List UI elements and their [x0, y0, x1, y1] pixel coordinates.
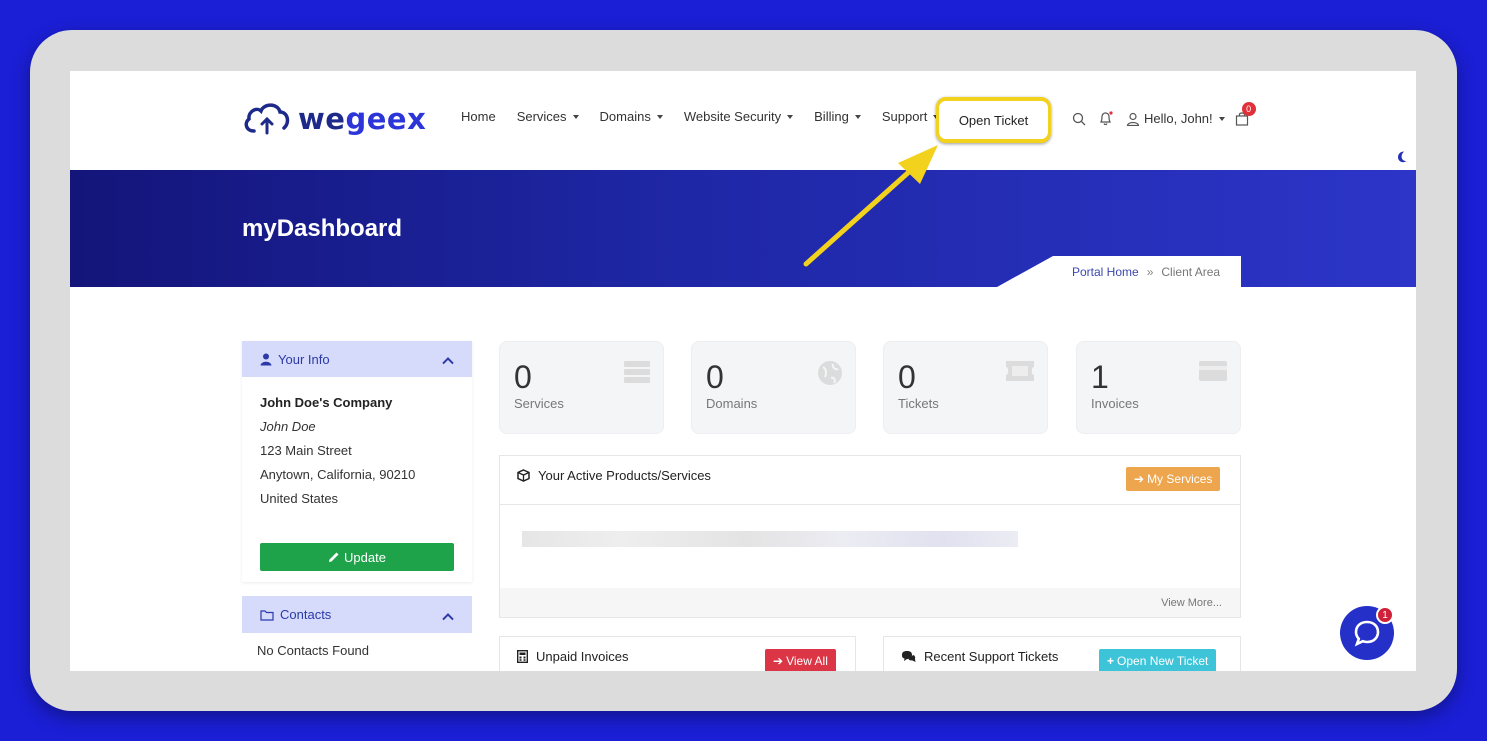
- credit-card-icon: [1199, 361, 1227, 381]
- contacts-header[interactable]: Contacts: [242, 596, 472, 633]
- cart-button[interactable]: 0: [1235, 102, 1256, 126]
- caret-down-icon: [572, 114, 579, 119]
- stat-count: 0: [514, 359, 532, 395]
- nav-services[interactable]: Services: [517, 109, 579, 124]
- folder-icon: [260, 609, 274, 621]
- your-info-panel: Your Info John Doe's Company John Doe 12…: [242, 341, 472, 582]
- open-new-ticket-button[interactable]: + Open New Ticket: [1099, 649, 1217, 671]
- arrow-right-icon: ➔: [1134, 472, 1145, 486]
- breadcrumb-current: Client Area: [1161, 264, 1221, 279]
- card-divider: [500, 504, 1240, 505]
- your-info-header[interactable]: Your Info: [242, 341, 472, 377]
- company-name: John Doe's Company: [260, 395, 393, 410]
- plus-icon: +: [1107, 654, 1115, 668]
- main-nav: Home Services Domains Website Security B…: [461, 109, 960, 124]
- search-icon[interactable]: [1072, 112, 1086, 126]
- stat-label: Services: [514, 396, 564, 411]
- page-header-banner: myDashboard Portal Home » Client Area: [70, 170, 1416, 287]
- header-tools: Hello, John! 0: [1072, 102, 1256, 126]
- cloud-upload-icon: [244, 103, 290, 135]
- bell-icon[interactable]: [1098, 111, 1114, 126]
- caret-down-icon: [1218, 116, 1225, 121]
- wegeex-logo[interactable]: wegeex: [242, 99, 426, 139]
- update-label: Update: [344, 549, 386, 565]
- my-services-button[interactable]: ➔ My Services: [1126, 467, 1221, 491]
- moon-icon: [1397, 151, 1406, 163]
- contacts-panel: Contacts No Contacts Found: [242, 596, 472, 671]
- address-country: United States: [260, 491, 339, 506]
- unpaid-invoices-title-text: Unpaid Invoices: [536, 649, 629, 664]
- your-info-body: John Doe's Company John Doe 123 Main Str…: [242, 377, 472, 525]
- open-new-ticket-label: Open New Ticket: [1117, 654, 1209, 668]
- ticket-icon: [1006, 361, 1034, 381]
- blurred-product-row: [522, 531, 1018, 547]
- chat-bubble-icon: [1354, 620, 1380, 647]
- cube-icon: [517, 469, 530, 482]
- caret-down-icon: [656, 114, 663, 119]
- stat-label: Invoices: [1091, 396, 1139, 411]
- nav-home[interactable]: Home: [461, 109, 496, 124]
- update-button[interactable]: Update: [260, 543, 454, 571]
- address-line-2: Anytown, California, 90210: [260, 467, 416, 482]
- user-icon[interactable]: [1126, 112, 1140, 126]
- breadcrumb-home-link[interactable]: Portal Home: [1072, 265, 1139, 279]
- browser-screen: wegeex Home Services Domains Website Sec…: [70, 71, 1416, 671]
- support-tickets-title: Recent Support Tickets: [901, 649, 1058, 664]
- stat-label: Domains: [706, 396, 758, 411]
- chevron-up-icon[interactable]: [442, 357, 454, 365]
- user-solid-icon: [260, 353, 272, 365]
- logo-text: wegeex: [298, 102, 427, 136]
- active-products-card: Your Active Products/Services ➔ My Servi…: [499, 455, 1241, 618]
- nav-billing[interactable]: Billing: [814, 109, 861, 124]
- stat-invoices[interactable]: 1 Invoices: [1076, 341, 1241, 434]
- page-title: myDashboard: [242, 215, 403, 242]
- support-tickets-card: Recent Support Tickets + Open New Ticket: [883, 636, 1241, 671]
- nav-website-security[interactable]: Website Security: [684, 109, 794, 124]
- user-greeting[interactable]: Hello, John!: [1144, 111, 1213, 126]
- stat-count: 0: [898, 359, 916, 395]
- dark-mode-toggle[interactable]: [1385, 142, 1416, 172]
- view-more-link[interactable]: View More...: [1161, 597, 1222, 609]
- active-products-footer: View More...: [500, 588, 1240, 617]
- unpaid-invoices-title: Unpaid Invoices: [517, 649, 629, 664]
- chat-unread-badge: 1: [1376, 606, 1394, 624]
- open-ticket-button[interactable]: Open Ticket: [939, 101, 1048, 139]
- calculator-icon: [517, 650, 528, 663]
- contacts-title: Contacts: [280, 607, 332, 622]
- contact-name: John Doe: [260, 419, 316, 434]
- nav-support[interactable]: Support: [882, 109, 940, 124]
- cart-count-badge: 0: [1241, 102, 1256, 116]
- stat-label: Tickets: [898, 396, 939, 411]
- support-tickets-title-text: Recent Support Tickets: [924, 649, 1059, 664]
- arrow-right-icon: ➔: [773, 654, 784, 668]
- breadcrumb-wedge: [997, 256, 1053, 287]
- stat-domains[interactable]: 0 Domains: [691, 341, 856, 434]
- breadcrumb-separator-icon: »: [1146, 264, 1154, 279]
- view-all-label: View All: [786, 654, 828, 668]
- stat-count: 1: [1091, 359, 1109, 395]
- stat-tickets[interactable]: 0 Tickets: [883, 341, 1048, 434]
- view-all-button[interactable]: ➔ View All: [765, 649, 836, 671]
- address-line-1: 123 Main Street: [260, 443, 352, 458]
- your-info-title: Your Info: [278, 351, 330, 367]
- nav-domains[interactable]: Domains: [600, 109, 663, 124]
- stat-services[interactable]: 0 Services: [499, 341, 664, 434]
- pencil-icon: [329, 552, 339, 562]
- top-navbar: wegeex Home Services Domains Website Sec…: [70, 71, 1416, 170]
- breadcrumb: Portal Home » Client Area: [1053, 256, 1241, 287]
- caret-down-icon: [854, 114, 861, 119]
- chevron-up-icon[interactable]: [442, 612, 454, 620]
- unpaid-invoices-card: Unpaid Invoices ➔ View All: [499, 636, 856, 671]
- contacts-empty-text: No Contacts Found: [257, 643, 370, 658]
- my-services-label: My Services: [1147, 472, 1213, 486]
- active-products-title: Your Active Products/Services: [517, 468, 711, 483]
- caret-down-icon: [787, 114, 794, 119]
- stat-count: 0: [706, 359, 724, 395]
- comments-icon: [902, 651, 916, 662]
- server-icon: [624, 361, 650, 383]
- active-products-title-text: Your Active Products/Services: [538, 468, 711, 483]
- globe-icon: [818, 361, 842, 385]
